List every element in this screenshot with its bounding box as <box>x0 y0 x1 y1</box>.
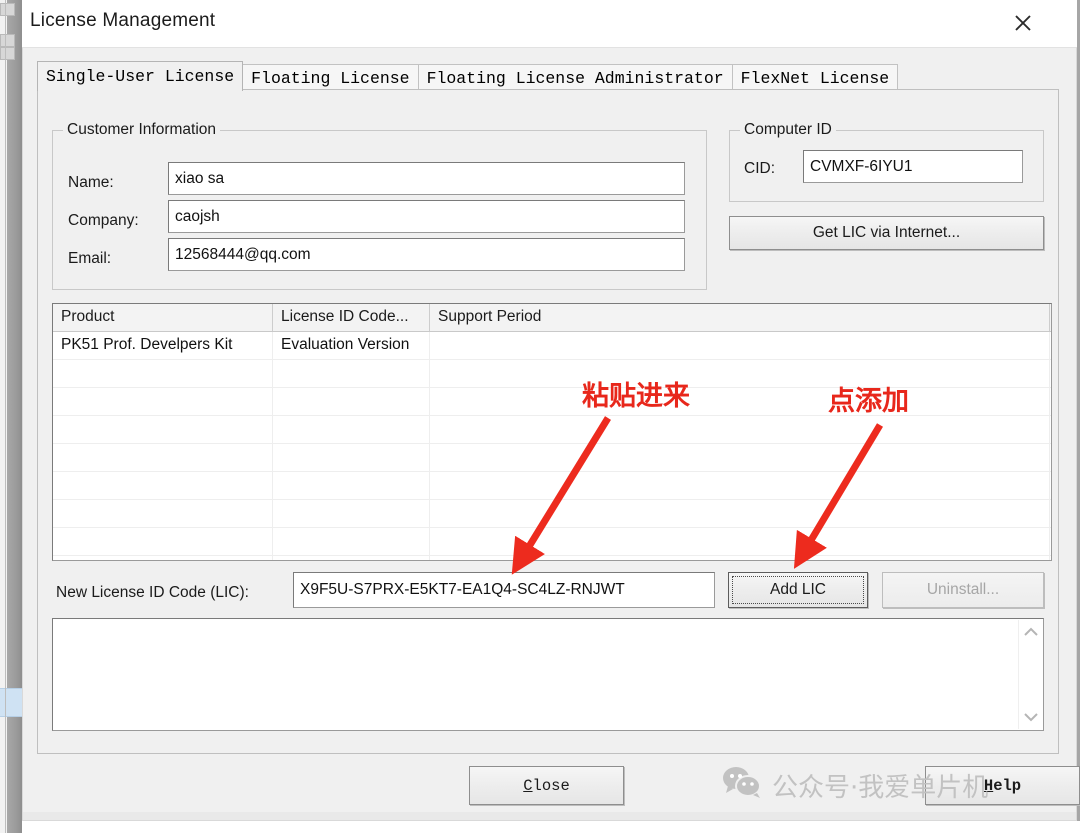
table-cell <box>53 416 273 443</box>
tab-single-user-license[interactable]: Single-User License <box>37 61 244 91</box>
table-row[interactable] <box>53 444 1051 472</box>
background-toolbar-icon <box>0 3 15 16</box>
table-cell <box>273 388 430 415</box>
table-cell <box>273 360 430 387</box>
table-cell: Evaluation Version <box>273 332 430 359</box>
new-license-id-code-label: New License ID Code (LIC): <box>56 584 249 601</box>
help-button-label: Help <box>983 776 1022 795</box>
table-cell <box>430 500 1050 527</box>
dialog-titlebar: License Management <box>22 0 1058 47</box>
license-table[interactable]: Product License ID Code... Support Perio… <box>52 303 1052 561</box>
table-cell <box>430 556 1050 560</box>
close-button[interactable]: Close <box>469 766 624 805</box>
uninstall-button[interactable]: Uninstall... <box>882 572 1044 608</box>
column-header-license-id-code[interactable]: License ID Code... <box>273 304 430 331</box>
tab-bar: Single-User License Floating License Flo… <box>37 61 899 91</box>
table-cell <box>273 444 430 471</box>
chevron-up-icon[interactable] <box>1019 620 1042 644</box>
table-cell <box>273 500 430 527</box>
footer-divider <box>23 812 1076 820</box>
license-table-body: PK51 Prof. Develpers Kit Evaluation Versi… <box>53 332 1051 560</box>
table-cell <box>53 500 273 527</box>
focus-ring <box>732 576 864 604</box>
column-header-support-period[interactable]: Support Period <box>430 304 1050 331</box>
table-cell <box>53 528 273 555</box>
tab-floating-license-administrator[interactable]: Floating License Administrator <box>417 64 733 91</box>
table-row[interactable] <box>53 360 1051 388</box>
cid-input[interactable]: CVMXF-6IYU1 <box>803 150 1023 183</box>
table-row[interactable]: PK51 Prof. Develpers Kit Evaluation Versi… <box>53 332 1051 360</box>
dialog-title: License Management <box>30 10 216 31</box>
table-cell <box>273 416 430 443</box>
table-cell <box>430 332 1050 359</box>
company-input[interactable]: caojsh <box>168 200 685 233</box>
tab-flexnet-license[interactable]: FlexNet License <box>731 64 899 91</box>
new-license-id-code-input[interactable]: X9F5U-S7PRX-E5KT7-EA1Q4-SC4LZ-RNJWT <box>293 572 715 608</box>
table-cell <box>430 528 1050 555</box>
table-cell <box>53 360 273 387</box>
background-window-strip <box>0 0 22 833</box>
table-row[interactable] <box>53 416 1051 444</box>
help-button[interactable]: Help <box>925 766 1080 805</box>
cid-label: CID: <box>744 160 775 177</box>
company-label: Company: <box>68 212 139 229</box>
tab-floating-license[interactable]: Floating License <box>242 64 419 91</box>
table-cell <box>430 444 1050 471</box>
close-button-label: Close <box>523 776 570 795</box>
add-lic-button[interactable]: Add LIC <box>728 572 868 608</box>
name-label: Name: <box>68 174 114 191</box>
customer-information-legend: Customer Information <box>63 121 221 139</box>
screen: License Management Single-User License F… <box>0 0 1080 833</box>
table-cell: PK51 Prof. Develpers Kit <box>53 332 273 359</box>
table-row[interactable] <box>53 500 1051 528</box>
table-cell <box>53 444 273 471</box>
table-cell <box>53 556 273 560</box>
table-row[interactable] <box>53 472 1051 500</box>
license-table-header: Product License ID Code... Support Perio… <box>53 304 1051 332</box>
table-cell <box>273 528 430 555</box>
name-input[interactable]: xiao sa <box>168 162 685 195</box>
background-selected-row <box>0 688 22 717</box>
table-row[interactable] <box>53 528 1051 556</box>
background-divider <box>5 0 6 833</box>
email-input[interactable]: 12568444@qq.com <box>168 238 685 271</box>
dialog-body: Single-User License Floating License Flo… <box>22 47 1080 821</box>
log-scrollbar[interactable] <box>1018 620 1042 729</box>
table-cell <box>430 472 1050 499</box>
table-cell <box>273 472 430 499</box>
table-cell <box>430 416 1050 443</box>
license-management-dialog: License Management Single-User License F… <box>22 0 1080 821</box>
log-output-box[interactable] <box>52 618 1044 731</box>
close-icon[interactable] <box>1000 0 1046 46</box>
table-row[interactable] <box>53 556 1051 560</box>
table-cell <box>53 472 273 499</box>
tab-page-single-user-license: Customer Information Name: xiao sa Compa… <box>37 89 1059 754</box>
table-row[interactable] <box>53 388 1051 416</box>
table-cell <box>53 388 273 415</box>
email-label: Email: <box>68 250 112 267</box>
get-lic-via-internet-button[interactable]: Get LIC via Internet... <box>729 216 1044 250</box>
computer-id-legend: Computer ID <box>740 121 836 139</box>
background-toolbar-icon <box>0 47 15 60</box>
column-header-product[interactable]: Product <box>53 304 273 331</box>
table-cell <box>430 360 1050 387</box>
table-cell <box>273 556 430 560</box>
table-cell <box>430 388 1050 415</box>
chevron-down-icon[interactable] <box>1019 705 1042 729</box>
background-toolbar-icon <box>0 34 15 47</box>
